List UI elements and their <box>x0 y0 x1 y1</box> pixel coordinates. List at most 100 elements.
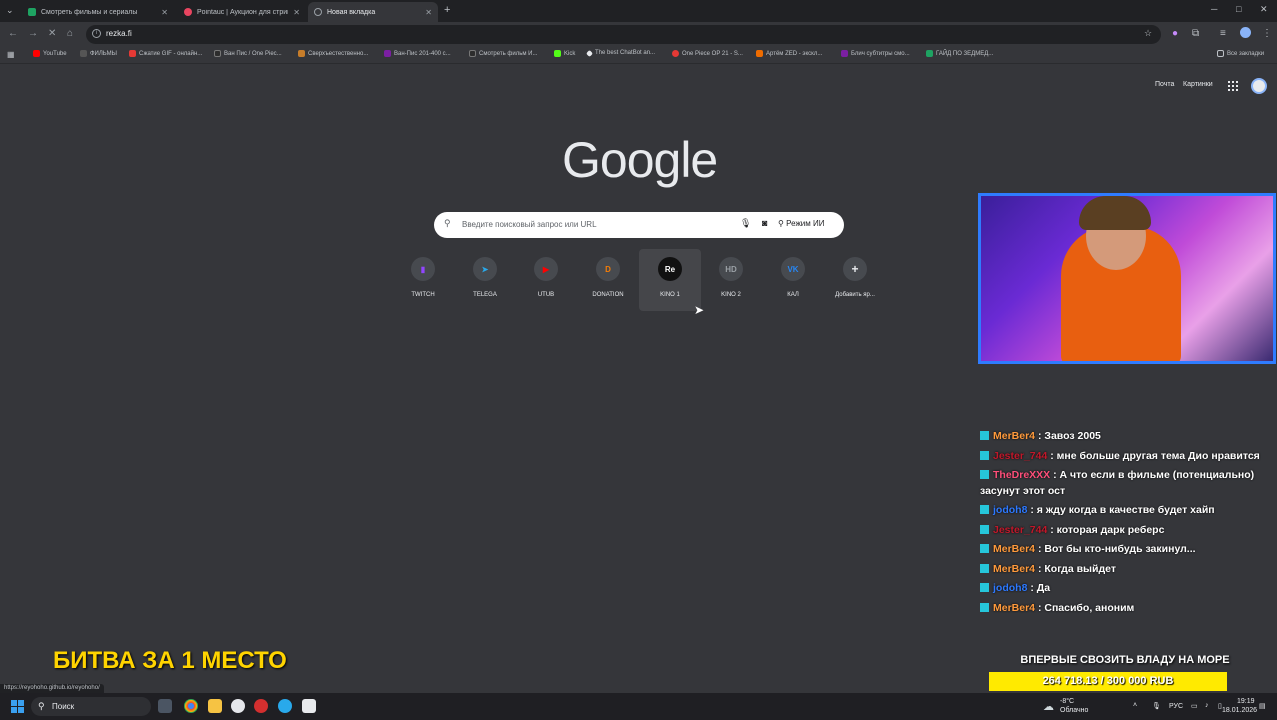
weather-icon[interactable]: ☁ <box>1043 700 1054 713</box>
youtube-icon: ▶ <box>534 257 558 281</box>
shortcut-label: TELEGA <box>473 292 497 298</box>
shortcut-label: KINO 2 <box>721 292 741 298</box>
bookmark-item[interactable]: One Piece OP 21 - S... <box>672 50 743 57</box>
chevron-up-icon[interactable]: ˄ <box>1133 702 1137 709</box>
bookmark-item[interactable]: YouTube <box>33 50 67 57</box>
apps-icon[interactable]: ▦ <box>7 50 15 59</box>
network-icon[interactable]: ▭ <box>1191 702 1198 710</box>
music-app-icon[interactable] <box>231 699 245 713</box>
donation-goal-amount: 264 718.13 / 300 000 RUB <box>1042 675 1174 687</box>
lens-icon[interactable]: ◙ <box>762 218 767 228</box>
chat-message: MerBer4 : Когда выйдет <box>980 562 1260 578</box>
bookmark-item[interactable]: Ван-Пис 201-400 с... <box>384 50 451 57</box>
extension-icon[interactable]: ● <box>1172 28 1178 39</box>
bookmark-item[interactable]: ГАЙД ПО ЗЕДМЕД... <box>926 50 993 57</box>
loading-icon <box>314 8 322 16</box>
file-explorer-icon[interactable] <box>208 699 222 713</box>
task-view-icon[interactable] <box>158 699 172 713</box>
gif-icon <box>129 50 136 57</box>
donation-goal-title: ВПЕРВЫЕ СВОЗИТЬ ВЛАДУ НА МОРЕ <box>1020 654 1230 666</box>
close-icon[interactable]: ✕ <box>293 8 300 17</box>
extensions-puzzle-icon[interactable]: ⧉ <box>1192 28 1199 39</box>
all-bookmarks[interactable]: Все закладки <box>1217 50 1264 57</box>
language-indicator[interactable]: РУС <box>1169 703 1183 710</box>
clock-time[interactable]: 19:19 <box>1237 698 1255 705</box>
shortcut-kino-1[interactable]: Re KINO 1 <box>639 249 701 311</box>
tab-search-icon[interactable]: ⌄ <box>6 5 14 16</box>
site-icon <box>384 50 391 57</box>
tab-title: Pointauc | Аукцион для стрима <box>197 8 289 16</box>
bookmark-item[interactable]: The best ChatBot an... <box>585 49 655 57</box>
notifications-icon[interactable]: ▤ <box>1259 702 1266 710</box>
google-apps-icon[interactable] <box>1228 81 1238 91</box>
weather-temp[interactable]: -8°C <box>1060 698 1074 705</box>
address-bar[interactable]: i rezka.fi ☆ <box>86 25 1161 44</box>
microphone-tray-icon[interactable]: 🎙 <box>1152 702 1161 710</box>
bookmark-item[interactable]: Сверхъестественно... <box>298 50 368 57</box>
chat-badge-icon <box>980 431 989 440</box>
profile-icon[interactable] <box>1240 27 1251 38</box>
shortcut-kal[interactable]: VK КАЛ <box>762 249 824 311</box>
bookmark-star-icon[interactable]: ☆ <box>1144 28 1152 39</box>
gmail-link[interactable]: Почта <box>1155 81 1174 88</box>
microphone-icon[interactable]: 🎙 <box>740 218 751 229</box>
shortcut-donation[interactable]: D DONATION <box>577 249 639 311</box>
telegram-icon[interactable] <box>278 699 292 713</box>
obs-icon[interactable] <box>254 699 268 713</box>
maximize-icon[interactable]: □ <box>1236 4 1241 14</box>
stop-loading-icon[interactable]: ✕ <box>48 28 56 39</box>
tab-2[interactable]: Новая вкладка ✕ <box>308 2 438 22</box>
bookmark-item[interactable]: Ван Пис / One Piec... <box>214 50 282 57</box>
new-tab-icon[interactable]: + <box>444 4 450 16</box>
close-icon[interactable]: ✕ <box>161 8 168 17</box>
webcam-overlay <box>978 193 1276 364</box>
forward-icon[interactable]: → <box>28 28 38 39</box>
chat-message: Jester_744 : которая дарк реберс <box>980 523 1260 539</box>
back-icon[interactable]: ← <box>8 28 18 39</box>
search-icon: ⚲ <box>38 701 45 711</box>
chat-badge-icon <box>980 544 989 553</box>
shortcut-utub[interactable]: ▶ UTUB <box>515 249 577 311</box>
app-icon[interactable] <box>302 699 316 713</box>
toolbar: ← → ✕ ⌂ i rezka.fi ☆ ● ⧉ ≡ ⋮ <box>0 22 1277 46</box>
account-avatar[interactable] <box>1251 78 1267 94</box>
minimize-icon[interactable]: ─ <box>1211 4 1217 14</box>
volume-icon[interactable]: ♪ <box>1205 702 1209 709</box>
home-icon[interactable]: ⌂ <box>67 28 73 39</box>
search-box[interactable]: ⚲ Введите поисковый запрос или URL 🎙 ◙ ⚲… <box>434 212 844 238</box>
tab-0[interactable]: Смотреть фильмы и сериалы ✕ <box>22 2 174 22</box>
plus-icon: + <box>843 257 867 281</box>
shortcut-twitch[interactable]: ▮ TWITCH <box>392 249 454 311</box>
reading-list-icon[interactable]: ≡ <box>1220 28 1226 39</box>
windows-start-icon[interactable] <box>11 700 24 713</box>
shortcut-kino-2[interactable]: HD KINO 2 <box>700 249 762 311</box>
bookmark-item[interactable]: Kick <box>554 50 575 57</box>
window-close-icon[interactable]: ✕ <box>1260 4 1268 15</box>
bookmark-item[interactable]: Сжатие GIF - онлайн... <box>129 50 202 57</box>
bookmark-item[interactable]: Смотреть фильм И... <box>469 50 537 57</box>
site-info-icon[interactable]: i <box>92 29 101 38</box>
site-icon <box>298 50 305 57</box>
chat-message: MerBer4 : Завоз 2005 <box>980 429 1260 445</box>
weather-desc[interactable]: Облачно <box>1060 707 1088 714</box>
tab-1[interactable]: Pointauc | Аукцион для стрима ✕ <box>178 2 306 22</box>
bookmark-item[interactable]: ФИЛЬМЫ <box>80 50 117 57</box>
bookmark-item[interactable]: Блич субтитры смо... <box>841 50 910 57</box>
close-icon[interactable]: ✕ <box>425 8 432 17</box>
address-url[interactable]: rezka.fi <box>106 29 132 38</box>
tab-title: Новая вкладка <box>327 8 376 16</box>
menu-icon[interactable]: ⋮ <box>1262 28 1272 39</box>
chat-message: MerBer4 : Вот бы кто-нибудь закинул... <box>980 542 1260 558</box>
shortcut-telega[interactable]: ➤ TELEGA <box>454 249 516 311</box>
stream-overlay-title: БИТВА ЗА 1 МЕСТО <box>53 647 287 674</box>
add-shortcut-button[interactable]: + Добавить яр... <box>824 249 886 311</box>
images-link[interactable]: Картинки <box>1183 81 1213 88</box>
search-input[interactable]: Введите поисковый запрос или URL <box>462 220 597 229</box>
taskbar-search[interactable]: ⚲ Поиск <box>31 697 151 716</box>
chrome-icon[interactable] <box>184 699 198 713</box>
telegram-icon: ➤ <box>473 257 497 281</box>
bookmark-item[interactable]: Артём ZED - экскл... <box>756 50 822 57</box>
clock-date[interactable]: 18.01.2026 <box>1222 707 1257 714</box>
ai-mode-button[interactable]: ⚲ Режим ИИ <box>778 219 824 228</box>
shortcut-label: UTUB <box>537 292 555 298</box>
